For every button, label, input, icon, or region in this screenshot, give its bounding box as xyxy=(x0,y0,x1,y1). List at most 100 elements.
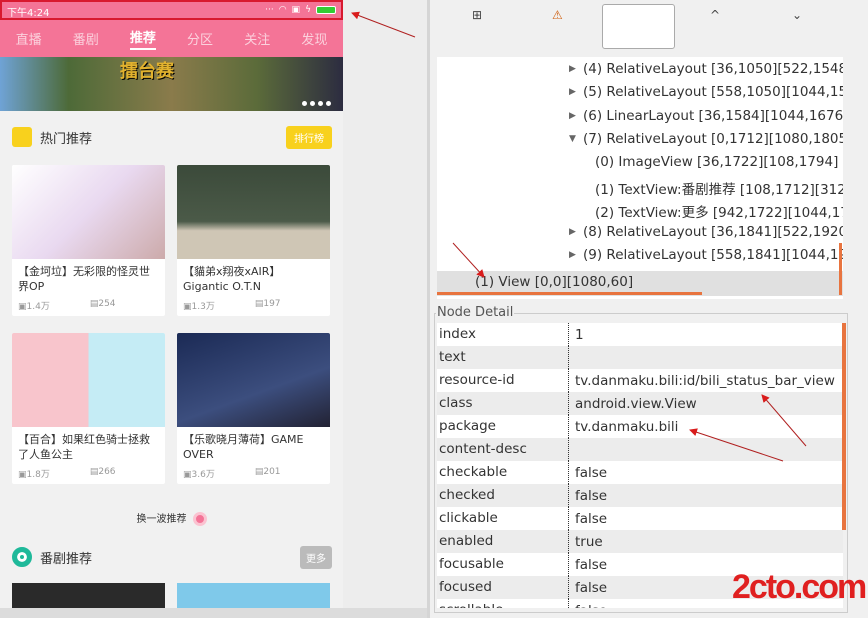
node-detail-table[interactable]: index 1 text resource-id tv.danmaku.bili:id/… xyxy=(437,323,843,608)
watermark-logo: 2cto.com xyxy=(732,568,867,606)
detail-row-checkable[interactable]: checkable false xyxy=(437,461,843,484)
tree-node[interactable]: (4) RelativeLayout [36,1050][522,1548] xyxy=(583,61,843,77)
expand-triangle-icon[interactable]: ▶ xyxy=(569,111,576,121)
horizontal-scrollbar[interactable] xyxy=(437,292,702,295)
detail-value: 1 xyxy=(575,326,584,343)
hot-section-header: 热门推荐 排行榜 xyxy=(12,125,332,149)
refresh-recommend-button[interactable]: 换一波推荐 xyxy=(0,510,343,526)
next-icon[interactable]: ⌄ xyxy=(792,8,802,22)
tab-live[interactable]: 直播 xyxy=(16,29,42,48)
video-thumbnail xyxy=(177,165,330,259)
device-screenshot[interactable]: 下午4:24 ··· ◠ ▣ ϟ 直播 番剧 推荐 分区 关注 发现 擂台赛 热门推荐… xyxy=(0,0,343,608)
detail-value: false xyxy=(569,603,607,609)
refresh-label: 换一波推荐 xyxy=(136,514,187,525)
detail-row-clickable[interactable]: clickable false xyxy=(437,507,843,530)
video-title: 【百合】如果红色骑士拯救了人鱼公主 xyxy=(18,433,150,461)
tree-node[interactable]: (7) RelativeLayout [0,1712][1080,1805] xyxy=(583,131,843,147)
expand-triangle-icon[interactable]: ▶ xyxy=(569,87,576,97)
play-count: ▣1.8万 xyxy=(18,470,50,480)
previous-icon[interactable]: ^ xyxy=(710,8,720,22)
collapse-triangle-icon[interactable]: ▼ xyxy=(569,134,576,144)
detail-row-resource-id[interactable]: resource-id tv.danmaku.bili:id/bili_statu… xyxy=(437,369,843,392)
detail-row-class[interactable]: class android.view.View xyxy=(437,392,843,415)
detail-value: false xyxy=(575,487,608,504)
detail-key: enabled xyxy=(437,530,569,553)
detail-key: index xyxy=(437,323,569,346)
danmaku-count: ▤201 xyxy=(254,467,281,477)
ranking-button[interactable]: 排行榜 xyxy=(286,125,332,149)
banner[interactable]: 擂台赛 xyxy=(0,57,343,111)
more-button[interactable]: 更多 xyxy=(300,545,332,569)
status-bar[interactable]: 下午4:24 ··· ◠ ▣ ϟ xyxy=(0,0,343,20)
danmaku-count: ▤266 xyxy=(89,467,116,477)
detail-key: resource-id xyxy=(437,369,569,392)
tree-node[interactable]: (2) TextView:更多 [942,1722][1044,1794] xyxy=(595,201,843,221)
video-card[interactable]: 【金坷垃】无彩限的怪灵世界OP ▣1.4万 ▤254 xyxy=(12,165,165,316)
status-time: 下午4:24 xyxy=(7,8,50,19)
node-detail-scrollbar[interactable] xyxy=(842,323,846,530)
tab-recommend[interactable]: 推荐 xyxy=(129,27,156,50)
banner-title: 擂台赛 xyxy=(120,61,174,82)
expand-triangle-icon[interactable]: ▶ xyxy=(569,227,576,237)
play-count: ▣1.4万 xyxy=(18,302,50,312)
tree-node[interactable]: (0) ImageView [36,1722][108,1794] xyxy=(595,154,838,170)
detail-key: class xyxy=(437,392,569,415)
tab-bar: 直播 番剧 推荐 分区 关注 发现 xyxy=(0,20,343,57)
tree-node[interactable]: (9) RelativeLayout [558,1841][1044,1920] xyxy=(583,247,843,263)
detail-row-text[interactable]: text xyxy=(437,346,843,369)
node-detail-title: Node Detail xyxy=(436,305,515,320)
detail-row-package[interactable]: package tv.danmaku.bili xyxy=(437,415,843,438)
detail-key: text xyxy=(437,346,569,369)
wifi-icon: ◠ xyxy=(278,5,287,15)
warning-icon[interactable]: ⚠ xyxy=(552,8,563,22)
tree-node[interactable]: (1) TextView:番剧推荐 [108,1712][312,1805] xyxy=(595,178,843,198)
tree-node[interactable]: (5) RelativeLayout [558,1050][1044,1548] xyxy=(583,84,843,100)
detail-row-content-desc[interactable]: content-desc xyxy=(437,438,843,461)
danmaku-count: ▤197 xyxy=(254,299,281,309)
detail-value: false xyxy=(575,510,608,527)
video-card[interactable]: 【貓弟x翔夜xAIR】Gigantic O.T.N ▣1.3万 ▤197 xyxy=(177,165,330,316)
tab-category[interactable]: 分区 xyxy=(187,29,213,48)
detail-key: clickable xyxy=(437,507,569,530)
bangumi-thumbnail[interactable] xyxy=(177,583,330,608)
bangumi-thumbnail[interactable] xyxy=(12,583,165,608)
tree-node[interactable]: (8) RelativeLayout [36,1841][522,1920] xyxy=(583,224,843,240)
tab-discover[interactable]: 发现 xyxy=(301,29,327,48)
tab-bangumi[interactable]: 番剧 xyxy=(73,29,99,48)
tree-scrollbar[interactable] xyxy=(839,243,842,295)
tree-node[interactable]: (6) LinearLayout [36,1584][1044,1676] xyxy=(583,108,843,124)
battery-icon xyxy=(316,6,336,14)
detail-key: package xyxy=(437,415,569,438)
tab-follow[interactable]: 关注 xyxy=(244,29,270,48)
sim-icon: ▣ xyxy=(291,5,301,15)
video-thumbnail xyxy=(12,333,165,427)
arrow-to-status-bar xyxy=(351,11,416,38)
expand-all-icon[interactable]: ⊞ xyxy=(472,8,482,22)
detail-key: scrollable xyxy=(437,599,569,608)
detail-key: checked xyxy=(437,484,569,507)
crown-icon xyxy=(12,127,32,147)
play-count: ▣1.3万 xyxy=(183,302,215,312)
hierarchy-tree[interactable]: (1) View [0,0][1080,60] ▶ (4) RelativeLay… xyxy=(437,57,843,299)
banner-pager-dots xyxy=(302,101,331,106)
detail-row-checked[interactable]: checked false xyxy=(437,484,843,507)
detail-row-enabled[interactable]: enabled true xyxy=(437,530,843,553)
bangumi-title: 番剧推荐 xyxy=(40,551,93,567)
expand-triangle-icon[interactable]: ▶ xyxy=(569,250,576,260)
detail-value: tv.danmaku.bili:id/bili_status_bar_view xyxy=(575,372,835,389)
video-title: 【乐歌晓月薄荷】GAME OVER xyxy=(183,433,304,461)
search-input[interactable] xyxy=(602,4,675,49)
play-count: ▣3.6万 xyxy=(183,470,215,480)
expand-triangle-icon[interactable]: ▶ xyxy=(569,64,576,74)
video-thumbnail xyxy=(177,333,330,427)
screenshot-panel-footer xyxy=(0,608,430,618)
detail-value: false xyxy=(575,556,608,573)
detail-key: focused xyxy=(437,576,569,599)
detail-value: android.view.View xyxy=(575,395,697,412)
bangumi-icon xyxy=(12,547,32,567)
video-card[interactable]: 【百合】如果红色骑士拯救了人鱼公主 ▣1.8万 ▤266 xyxy=(12,333,165,484)
video-title: 【貓弟x翔夜xAIR】Gigantic O.T.N xyxy=(183,265,281,293)
video-card[interactable]: 【乐歌晓月薄荷】GAME OVER ▣3.6万 ▤201 xyxy=(177,333,330,484)
detail-row-index[interactable]: index 1 xyxy=(437,323,843,346)
detail-key: content-desc xyxy=(437,438,569,461)
